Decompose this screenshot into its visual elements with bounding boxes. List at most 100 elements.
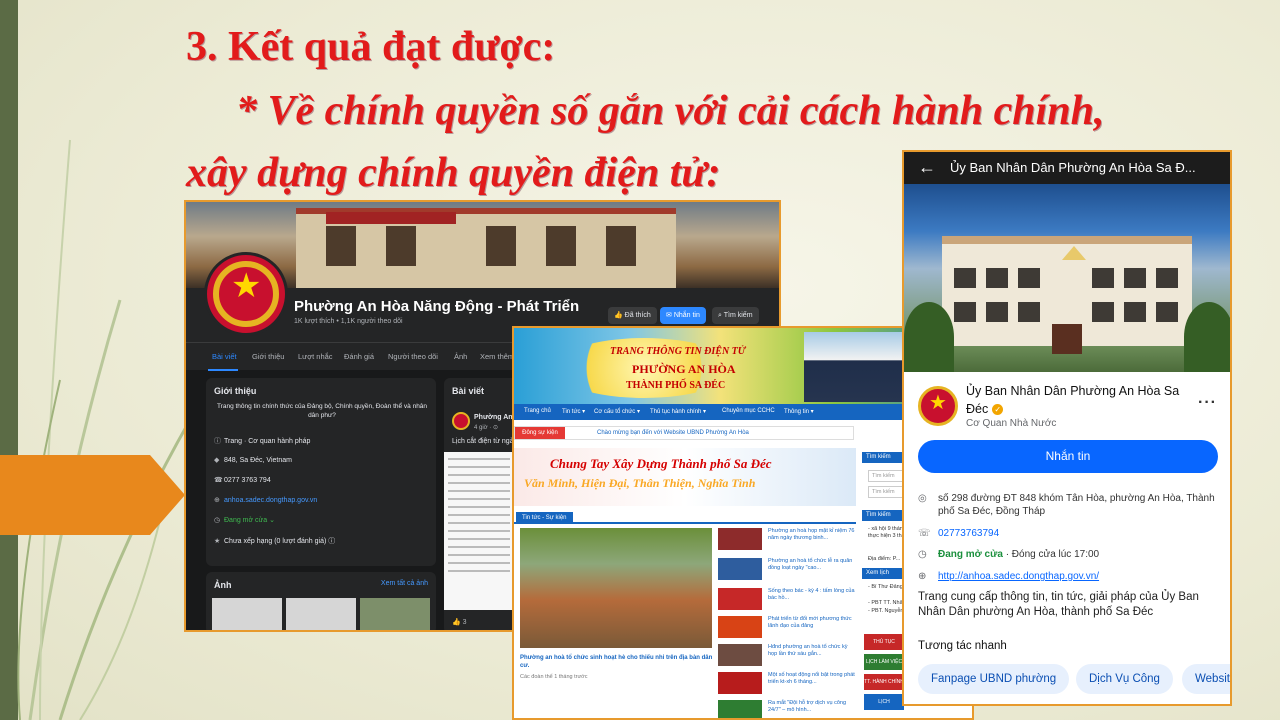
promo-banner[interactable]: Chung Tay Xây Dựng Thành phố Sa Đéc Văn …	[514, 448, 856, 506]
mobile-page-name: Ủy Ban Nhân Dân Phường An Hòa Sa Đéc ✓	[966, 384, 1180, 416]
nav-news[interactable]: Tin tức ▾	[562, 408, 585, 415]
post-document-image[interactable]	[444, 452, 514, 610]
main-news-meta: Các đoàn thể 1 tháng trước	[520, 674, 588, 680]
photo-thumbnail[interactable]	[360, 598, 430, 630]
banner-line2: PHƯỜNG AN HÒA	[632, 362, 736, 376]
list-item[interactable]: Phường an hoà họp mặt kỉ niệm 76 năm ngà…	[718, 528, 858, 554]
verified-badge-icon: ✓	[992, 404, 1004, 416]
mobile-page-type: Cơ Quan Nhà Nước	[966, 418, 1057, 429]
tab-photos[interactable]: Ảnh	[454, 352, 467, 361]
cover-building-sign	[326, 212, 456, 224]
banner-line1: TRANG THÔNG TIN ĐIỆN TỬ	[610, 346, 746, 357]
message-button[interactable]: ✉ Nhắn tin	[660, 307, 706, 324]
search-button[interactable]: ⌕ Tìm kiếm	[712, 307, 759, 324]
nav-admin-procedures[interactable]: Thủ tục hành chính ▾	[650, 408, 706, 415]
mobile-topbar: ← Ủy Ban Nhân Dân Phường An Hòa Sa Đ...	[904, 152, 1230, 184]
closing-time: · Đóng cửa lúc 17:00	[1002, 549, 1100, 560]
list-item[interactable]: Hđnd phường an hoà tổ chức kỳ họp lần th…	[718, 644, 858, 670]
nav-cchc[interactable]: Chuyên mục CCHC	[722, 408, 775, 414]
promo-line1: Chung Tay Xây Dựng Thành phố Sa Đéc	[550, 456, 772, 471]
back-arrow-icon[interactable]: ←	[918, 158, 936, 176]
sidebar-badge-calendar[interactable]: LỊCH	[864, 694, 904, 710]
intro-row-address: ◆ 848, Sa Đéc, Vietnam	[214, 457, 292, 464]
main-news-title[interactable]: Phường an hoà tổ chức sinh hoạt hè cho t…	[520, 654, 716, 670]
liked-button[interactable]: 👍 Đã thích	[608, 307, 657, 324]
star-emblem-icon: ★	[929, 392, 947, 414]
more-options-icon[interactable]: ···	[1198, 394, 1217, 412]
phone-icon: ☏	[918, 528, 931, 539]
info-icon: ⓘ	[214, 438, 221, 445]
tab-news-events[interactable]: Tin tức - Sự kiện	[516, 512, 573, 524]
mobile-page-description: Trang cung cấp thông tin, tin tức, giải …	[918, 591, 1199, 618]
grass-decoration	[17, 139, 192, 720]
photo-thumbnail[interactable]	[286, 598, 356, 630]
nav-home[interactable]: Trang chủ	[524, 408, 551, 414]
post-timestamp: 4 giờ · ⊙	[474, 425, 498, 431]
main-news-image[interactable]	[520, 528, 712, 648]
post-author-avatar[interactable]	[452, 412, 470, 430]
mobile-cover-photo[interactable]	[904, 184, 1230, 372]
globe-icon: ⊕	[918, 571, 927, 582]
intro-card: Giới thiệu Trang thông tin chính thức củ…	[206, 378, 436, 566]
globe-icon: ⊕	[214, 497, 220, 504]
tab-posts[interactable]: Bài viết	[212, 352, 237, 361]
list-item[interactable]: Ra mắt "Đội hỗ trợ dịch vụ công 24/7" – …	[718, 700, 858, 718]
post-reactions[interactable]: 👍 3	[452, 618, 467, 626]
open-status: Đang mở cửa	[938, 549, 1003, 560]
slide-subtitle-line1: * Về chính quyền số gắn với cải cách hàn…	[236, 88, 1105, 134]
intro-row-website[interactable]: ⊕ anhoa.sadec.dongthap.gov.vn	[214, 496, 317, 504]
photo-thumbnail[interactable]	[212, 598, 282, 630]
sidebar-badge-procedures[interactable]: THỦ TỤC	[864, 634, 904, 650]
quick-actions-title: Tương tác nhanh	[918, 640, 1007, 652]
sidebar-badge-schedule[interactable]: LỊCH LÀM VIỆC	[864, 654, 904, 670]
photos-title: Ảnh	[214, 580, 232, 590]
list-item[interactable]: Sống theo bác - kỳ 4 : tấm lòng của bác …	[718, 588, 858, 614]
star-emblem-icon: ★	[231, 267, 262, 305]
page-stats: 1K lượt thích • 1,1K người theo dõi	[294, 318, 403, 325]
posts-title: Bài viết	[452, 386, 485, 396]
list-item[interactable]: Phát triển từ đổi mới phương thức lãnh đ…	[718, 616, 858, 642]
thumbs-up-icon: 👍	[614, 312, 625, 319]
post-text: Lịch cắt điện từ ngày	[452, 438, 518, 445]
mobile-message-button[interactable]: Nhắn tin	[918, 440, 1218, 473]
slide-title: 3. Kết quả đạt được:	[186, 24, 556, 70]
active-tab-indicator	[208, 369, 238, 371]
page-avatar[interactable]: ★	[204, 252, 288, 336]
mobile-page-screenshot: ← Ủy Ban Nhân Dân Phường An Hòa Sa Đ... …	[902, 150, 1232, 706]
chip-website[interactable]: Website	[1182, 664, 1230, 694]
sidebar-see-more[interactable]: Xem lịch	[862, 568, 902, 579]
sidebar-badge-admin-center[interactable]: TT. HÀNH CHÍNH	[864, 674, 904, 690]
clock-icon: ◷	[214, 517, 221, 524]
slide-subtitle-line2: xây dựng chính quyền điện tử:	[186, 150, 721, 196]
tab-mentions[interactable]: Lượt nhắc	[298, 352, 333, 361]
tab-reviews[interactable]: Đánh giá	[344, 352, 374, 361]
nav-info[interactable]: Thông tin ▾	[784, 408, 814, 415]
mobile-page-avatar[interactable]: ★	[918, 386, 958, 426]
intro-row-phone: ☎0277 3763 794	[214, 477, 271, 484]
orange-arrow-shape	[0, 455, 185, 535]
intro-row-hours[interactable]: ◷ Đang mở cửa ⌄	[214, 516, 275, 524]
chip-fanpage[interactable]: Fanpage UBND phường	[918, 664, 1070, 694]
see-all-photos-link[interactable]: Xem tất cả ảnh	[381, 580, 428, 587]
photos-card: Ảnh Xem tất cả ảnh	[206, 572, 436, 630]
page-name: Phường An Hòa Năng Động - Phát Triển	[294, 298, 580, 315]
like-reaction-icon: 👍	[452, 619, 463, 626]
list-item[interactable]: Phường an hoà tổ chức lễ ra quân đồng lo…	[718, 558, 858, 584]
tab-about[interactable]: Giới thiệu	[252, 352, 284, 361]
chip-public-services[interactable]: Dịch Vụ Công	[1076, 664, 1173, 694]
intro-row-category: ⓘ Trang · Cơ quan hành pháp	[214, 438, 311, 445]
tab-followers[interactable]: Người theo dõi	[388, 352, 438, 361]
intro-description: Trang thông tin chính thức của Đảng bộ, …	[216, 403, 428, 419]
intro-row-rating: ★ Chưa xếp hạng (0 lượt đánh giá) ⓘ	[214, 538, 336, 545]
list-item[interactable]: Một số hoạt động nổi bật trong phát triể…	[718, 672, 858, 698]
clock-icon: ◷	[918, 549, 927, 560]
nav-organization[interactable]: Cơ cấu tổ chức ▾	[594, 408, 640, 415]
tab-more[interactable]: Xem thêm	[480, 352, 514, 361]
location-icon: ◆	[214, 457, 220, 464]
star-icon: ★	[214, 538, 221, 545]
location-icon: ◎	[918, 493, 927, 504]
messenger-icon: ✉	[666, 312, 674, 319]
promo-line2: Văn Minh, Hiện Đại, Thân Thiện, Nghĩa Tì…	[524, 476, 756, 490]
mobile-topbar-title: Ủy Ban Nhân Dân Phường An Hòa Sa Đ...	[950, 160, 1196, 175]
banner-line3: THÀNH PHỐ SA ĐÉC	[626, 380, 726, 391]
